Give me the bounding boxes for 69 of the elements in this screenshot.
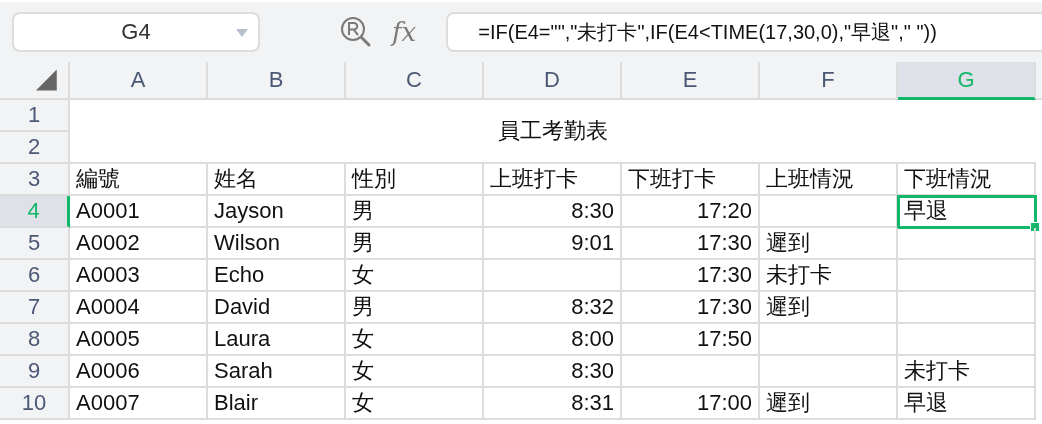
column-header[interactable]: C — [346, 62, 484, 100]
table-cell: 未打卡 — [760, 260, 898, 292]
table-cell: Laura — [208, 324, 346, 356]
table-cell: A0006 — [70, 356, 208, 388]
table-cell: 遲到 — [760, 388, 898, 420]
table-cell: 17:30 — [622, 260, 760, 292]
column-header[interactable]: D — [484, 62, 622, 100]
row-header[interactable]: 8 — [0, 324, 70, 356]
table-cell: A0005 — [70, 324, 208, 356]
table-cell: Wilson — [208, 228, 346, 260]
column-header[interactable]: E — [622, 62, 760, 100]
table-cell: A0003 — [70, 260, 208, 292]
table-cell: 女 — [346, 356, 484, 388]
column-title: 上班情況 — [760, 164, 898, 196]
column-header[interactable]: A — [70, 62, 208, 100]
table-cell: 17:30 — [622, 228, 760, 260]
row-header[interactable]: 6 — [0, 260, 70, 292]
table-cell: 8:00 — [484, 324, 622, 356]
table-cell: 8:30 — [484, 356, 622, 388]
row-header[interactable]: 5 — [0, 228, 70, 260]
column-title: 下班打卡 — [622, 164, 760, 196]
table-cell: A0002 — [70, 228, 208, 260]
sheet-title: 員工考勤表 — [70, 100, 1036, 164]
row-header[interactable]: 2 — [0, 132, 70, 164]
column-header[interactable]: F — [760, 62, 898, 100]
table-cell: Blair — [208, 388, 346, 420]
select-all-icon[interactable] — [0, 62, 70, 100]
table-cell: A0004 — [70, 292, 208, 324]
table-cell: 男 — [346, 196, 484, 228]
column-title: 姓名 — [208, 164, 346, 196]
table-cell: 17:30 — [622, 292, 760, 324]
column-title: 上班打卡 — [484, 164, 622, 196]
caret-icon — [236, 29, 248, 37]
table-cell: 女 — [346, 324, 484, 356]
table-cell: 遲到 — [760, 292, 898, 324]
table-cell: 8:30 — [484, 196, 622, 228]
row-header[interactable]: 3 — [0, 164, 70, 196]
table-cell: 女 — [346, 260, 484, 292]
table-cell: David — [208, 292, 346, 324]
column-title: 下班情況 — [898, 164, 1036, 196]
magnifier-icon[interactable] — [340, 16, 372, 48]
column-header[interactable]: B — [208, 62, 346, 100]
table-cell: 9:01 — [484, 228, 622, 260]
row-header[interactable]: 7 — [0, 292, 70, 324]
table-cell: 17:00 — [622, 388, 760, 420]
function-button[interactable]: fx — [392, 17, 417, 47]
table-cell: 男 — [346, 292, 484, 324]
table-cell: 遲到 — [760, 228, 898, 260]
column-title: 編號 — [70, 164, 208, 196]
table-cell: 女 — [346, 388, 484, 420]
table-cell: Jayson — [208, 196, 346, 228]
column-title: 性別 — [346, 164, 484, 196]
table-cell: 17:20 — [622, 196, 760, 228]
table-cell: 8:31 — [484, 388, 622, 420]
selected-cell: 早退 — [898, 196, 1036, 228]
table-cell: A0001 — [70, 196, 208, 228]
row-header[interactable]: 10 — [0, 388, 70, 420]
table-cell: 未打卡 — [898, 356, 1036, 388]
table-cell: Echo — [208, 260, 346, 292]
table-cell: 早退 — [898, 388, 1036, 420]
table-cell: 8:32 — [484, 292, 622, 324]
table-cell: 男 — [346, 228, 484, 260]
table-cell: Sarah — [208, 356, 346, 388]
row-header[interactable]: 1 — [0, 100, 70, 132]
formula-field[interactable]: =IF(E4="","未打卡",IF(E4<TIME(17,30,0),"早退"," ")) — [446, 12, 1042, 52]
table-cell: A0007 — [70, 388, 208, 420]
row-header[interactable]: 9 — [0, 356, 70, 388]
name-box[interactable]: G4 — [12, 12, 260, 52]
table-cell: 17:50 — [622, 324, 760, 356]
